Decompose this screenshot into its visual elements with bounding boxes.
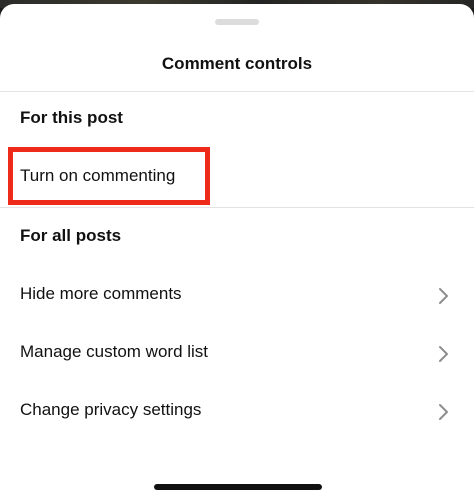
- comment-controls-sheet: Comment controls For this post Turn on c…: [0, 4, 474, 500]
- chevron-right-icon: [439, 288, 448, 304]
- screen: Comment controls For this post Turn on c…: [0, 0, 474, 500]
- change-privacy-settings-label: Change privacy settings: [20, 400, 202, 419]
- divider: [0, 207, 474, 208]
- home-indicator[interactable]: [154, 484, 322, 490]
- hide-more-comments-label: Hide more comments: [20, 284, 182, 303]
- change-privacy-settings-option[interactable]: Change privacy settings: [0, 386, 474, 438]
- sheet-grabber-handle[interactable]: [215, 19, 259, 25]
- section-header-this-post: For this post: [20, 108, 123, 127]
- chevron-right-icon: [439, 404, 448, 420]
- manage-custom-word-list-option[interactable]: Manage custom word list: [0, 328, 474, 380]
- hide-more-comments-option[interactable]: Hide more comments: [0, 270, 474, 322]
- manage-custom-word-list-label: Manage custom word list: [20, 342, 209, 361]
- section-header-all-posts: For all posts: [20, 226, 122, 245]
- divider: [0, 91, 474, 92]
- highlight-annotation-box: [8, 147, 210, 205]
- sheet-title: Comment controls: [161, 54, 313, 73]
- chevron-right-icon: [439, 346, 448, 362]
